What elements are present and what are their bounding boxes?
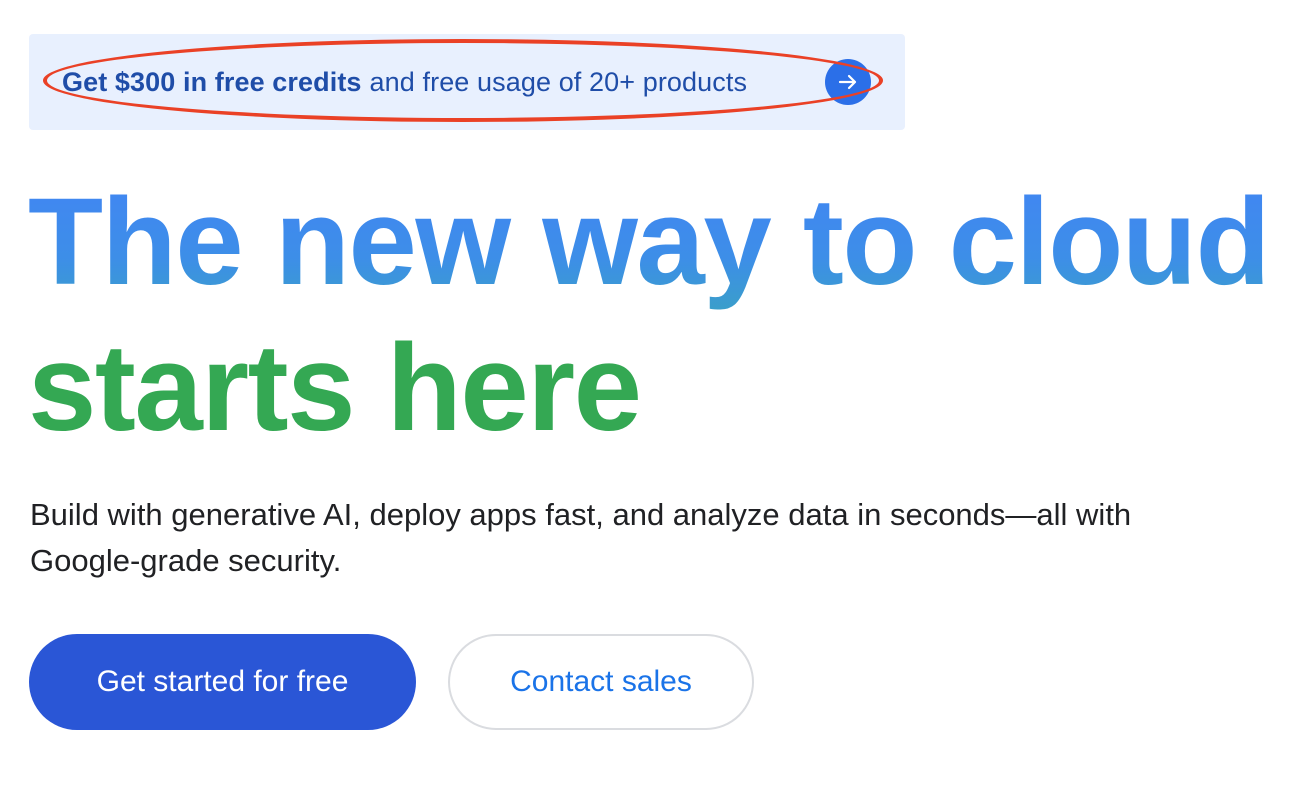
promo-banner: Get $300 in free credits and free usage … (29, 34, 905, 130)
headline-line-1: The new way to cloud (28, 170, 1271, 316)
get-started-button[interactable]: Get started for free (29, 634, 416, 730)
hero-page: Get $300 in free credits and free usage … (0, 0, 1304, 806)
hero-subtitle: Build with generative AI, deploy apps fa… (30, 497, 1132, 578)
headline-line-2: starts here (28, 320, 642, 457)
promo-link[interactable]: Get $300 in free credits and free usage … (62, 64, 747, 100)
arrow-right-icon[interactable] (825, 59, 871, 105)
page-title: The new way to cloud starts here (28, 170, 1271, 462)
promo-rest-text: and free usage of 20+ products (369, 66, 748, 97)
promo-strong-text: Get $300 in free credits (62, 66, 362, 97)
arrow-right-icon-graphic (838, 74, 857, 90)
contact-sales-button[interactable]: Contact sales (448, 634, 754, 730)
